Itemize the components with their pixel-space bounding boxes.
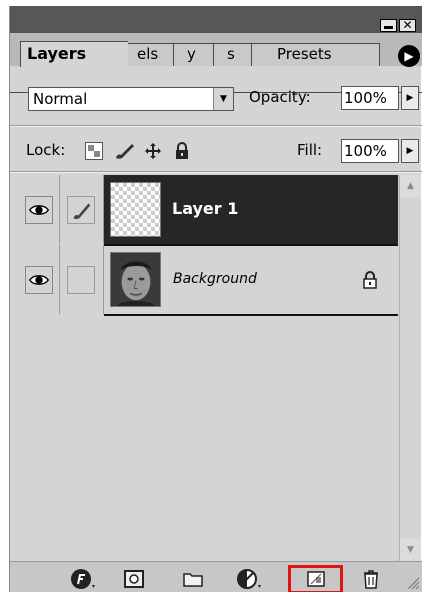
eye-icon[interactable] bbox=[25, 196, 53, 224]
opacity-slider-arrow-icon[interactable]: ▶ bbox=[401, 86, 419, 110]
layer-name[interactable]: Background bbox=[173, 271, 257, 287]
tab-layers[interactable]: Layers bbox=[20, 41, 128, 67]
scroll-down-icon[interactable]: ▼ bbox=[400, 539, 421, 561]
brush-icon bbox=[67, 196, 95, 224]
panel-title-bar[interactable]: ✕ bbox=[10, 6, 422, 33]
padlock-icon[interactable] bbox=[173, 142, 191, 160]
divider bbox=[10, 171, 422, 173]
link-cell[interactable] bbox=[60, 175, 104, 244]
layer-style-icon[interactable] bbox=[70, 568, 98, 590]
opacity-label: Opacity: bbox=[249, 88, 311, 106]
tab-3[interactable]: y bbox=[170, 43, 214, 66]
visibility-cell[interactable] bbox=[18, 175, 60, 244]
fill-label: Fill: bbox=[297, 141, 323, 159]
layer-row[interactable]: Background bbox=[10, 245, 398, 314]
layer-name[interactable]: Layer 1 bbox=[172, 199, 238, 218]
fill-input[interactable]: 100% bbox=[341, 139, 399, 163]
visibility-cell[interactable] bbox=[18, 245, 60, 314]
blend-mode-select[interactable]: Normal ▼ bbox=[28, 87, 234, 111]
padlock-icon bbox=[363, 271, 377, 289]
layer-list-scrollbar[interactable]: ▲ ▼ bbox=[399, 175, 421, 561]
empty-link-box bbox=[67, 266, 95, 294]
fill-slider-arrow-icon[interactable]: ▶ bbox=[401, 139, 419, 163]
scroll-up-icon[interactable]: ▲ bbox=[400, 175, 421, 197]
layer-thumbnail bbox=[110, 182, 161, 237]
tab-channels[interactable]: els bbox=[124, 43, 174, 66]
face-thumbnail bbox=[110, 252, 161, 307]
row-divider bbox=[104, 314, 398, 316]
move-icon[interactable] bbox=[144, 142, 162, 160]
resize-grip-icon[interactable] bbox=[406, 576, 420, 590]
layer-row[interactable]: Layer 1 bbox=[10, 175, 398, 244]
panel-tabs: Presets s y els Layers ▶ bbox=[10, 33, 422, 93]
lock-label: Lock: bbox=[26, 141, 66, 159]
opacity-input[interactable]: 100% bbox=[341, 86, 399, 110]
panel-menu-icon[interactable]: ▶ bbox=[398, 45, 420, 67]
new-layer-icon[interactable] bbox=[305, 568, 327, 590]
close-button[interactable]: ✕ bbox=[399, 19, 416, 32]
chevron-down-icon[interactable]: ▼ bbox=[213, 88, 233, 110]
tab-presets[interactable]: Presets bbox=[248, 43, 380, 66]
layer-list: Layer 1 Background bbox=[10, 175, 398, 561]
layers-panel: ✕ Presets s y els Layers ▶ Normal ▼ Opac… bbox=[9, 6, 422, 592]
divider bbox=[10, 125, 422, 127]
tab-4[interactable]: s bbox=[210, 43, 252, 66]
link-cell[interactable] bbox=[60, 245, 104, 314]
eye-icon[interactable] bbox=[25, 266, 53, 294]
minimize-button[interactable] bbox=[380, 19, 397, 32]
trash-icon[interactable] bbox=[360, 568, 382, 590]
checkerboard-icon[interactable] bbox=[85, 142, 103, 160]
bottom-toolbar bbox=[10, 561, 422, 592]
brush-icon[interactable] bbox=[114, 142, 136, 160]
layer-mask-icon[interactable] bbox=[123, 568, 145, 590]
layer-set-icon[interactable] bbox=[182, 568, 204, 590]
adjustment-layer-icon[interactable] bbox=[236, 568, 264, 590]
blend-mode-value: Normal bbox=[33, 90, 88, 108]
